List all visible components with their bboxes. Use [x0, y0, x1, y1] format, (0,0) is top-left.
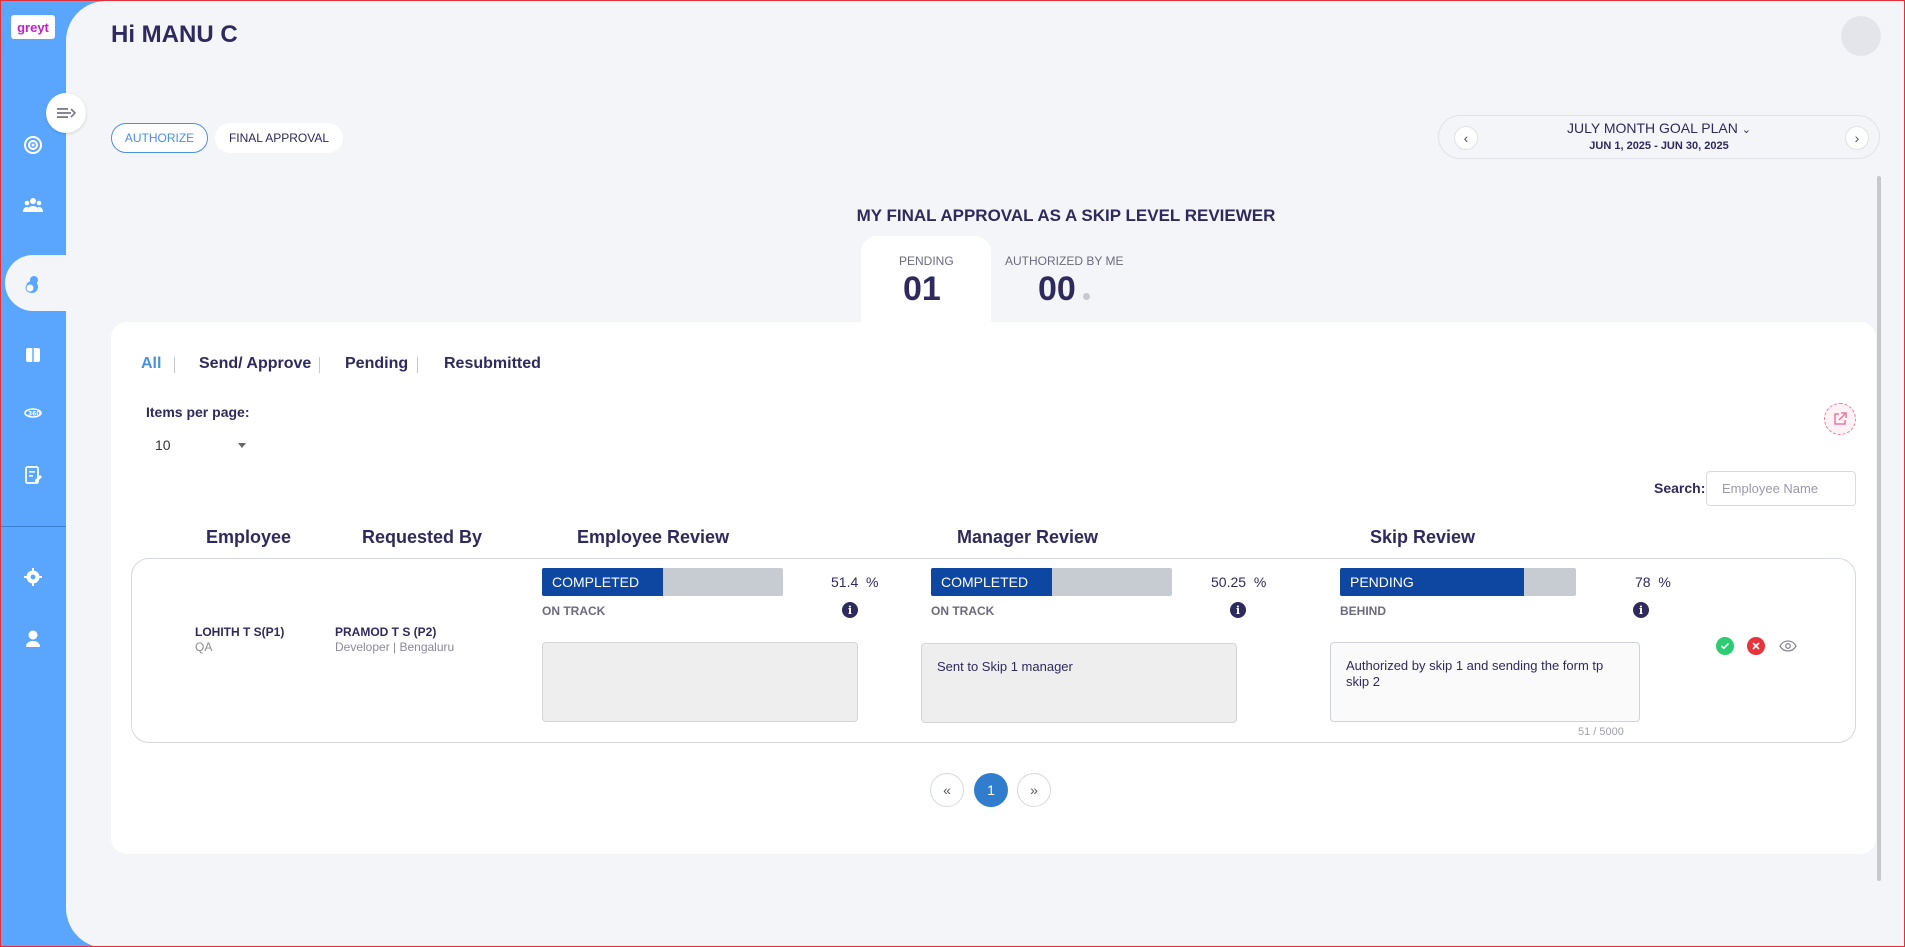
- manager-review-track: ON TRACK: [931, 604, 995, 618]
- skip-review-percent-value: 78: [1635, 574, 1651, 590]
- sidebar: greyt 360: [1, 1, 67, 946]
- employee-review-percent: 51.4 %: [831, 574, 878, 590]
- manager-review-comment: Sent to Skip 1 manager: [921, 643, 1237, 723]
- items-per-page-label: Items per page:: [146, 404, 250, 420]
- export-button[interactable]: [1824, 403, 1856, 435]
- employee-name: LOHITH T S(P1): [195, 625, 285, 639]
- reviewer-icon[interactable]: [21, 272, 45, 296]
- dropdown-caret-icon: [238, 443, 246, 448]
- skip-review-status: PENDING: [1350, 574, 1414, 590]
- percent-unit: %: [1253, 574, 1267, 590]
- pending-count: 01: [903, 270, 941, 308]
- chevron-right-icon: ›: [1854, 130, 1860, 146]
- manager-review-percent: 50.25 %: [1211, 574, 1266, 590]
- tab-authorize[interactable]: AUTHORIZE: [111, 123, 208, 153]
- pagination-page-1[interactable]: 1: [974, 773, 1008, 807]
- filter-divider: [174, 357, 175, 373]
- info-icon[interactable]: i: [1230, 602, 1246, 618]
- percent-unit: %: [866, 574, 879, 590]
- skip-review-track: BEHIND: [1340, 604, 1387, 618]
- tab-final-approval[interactable]: FINAL APPROVAL: [215, 123, 343, 153]
- column-header-skip-review: Skip Review: [1370, 527, 1476, 547]
- sidebar-toggle-button[interactable]: [46, 93, 86, 133]
- check-icon: [1720, 642, 1730, 650]
- column-header-requested-by: Requested By: [362, 527, 483, 547]
- manager-review-status-bar: COMPLETED: [931, 568, 1172, 596]
- goal-plan-selector: ‹ JULY MONTH GOAL PLAN ⌄ JUN 1, 2025 - J…: [1438, 115, 1880, 159]
- chevron-down-icon: ⌄: [1741, 124, 1751, 136]
- search-label: Search:: [1654, 480, 1706, 496]
- authorized-count: 00: [1038, 270, 1076, 308]
- employee-review-status: COMPLETED: [552, 574, 640, 590]
- user-support-icon[interactable]: [21, 626, 45, 650]
- employee-department: QA: [195, 640, 213, 654]
- manager-review-status: COMPLETED: [941, 574, 1029, 590]
- manager-review-percent-value: 50.25: [1211, 574, 1247, 590]
- plan-date-range: JUN 1, 2025 - JUN 30, 2025: [1589, 140, 1729, 152]
- svg-text:360: 360: [28, 411, 41, 418]
- filter-divider: [417, 357, 418, 373]
- eye-icon: [1779, 640, 1797, 652]
- skip-review-comment-input[interactable]: Authorized by skip 1 and sending the for…: [1330, 642, 1640, 722]
- book-icon[interactable]: [21, 343, 45, 367]
- plan-title: JULY MONTH GOAL PLAN: [1566, 120, 1738, 136]
- authorized-dot: [1083, 293, 1090, 300]
- filter-tab-send-approve[interactable]: Send/ Approve: [199, 355, 311, 373]
- external-link-icon: [1834, 412, 1847, 425]
- authorized-label[interactable]: AUTHORIZED BY ME: [1005, 254, 1123, 268]
- filter-tab-pending[interactable]: Pending: [345, 355, 408, 373]
- column-header-manager-review: Manager Review: [957, 527, 1099, 547]
- skip-review-status-bar: PENDING: [1340, 568, 1576, 596]
- settings-icon[interactable]: [21, 565, 45, 589]
- employee-review-track: ON TRACK: [542, 604, 606, 618]
- page-heading: MY FINAL APPROVAL AS A SKIP LEVEL REVIEW…: [856, 206, 1276, 225]
- reject-button[interactable]: [1747, 637, 1765, 655]
- app-window: greyt 360 Hi MANU C AUTHORIZE FINAL APPR…: [0, 0, 1905, 947]
- menu-collapse-icon: [57, 108, 76, 118]
- requester-name: PRAMOD T S (P2): [335, 625, 437, 639]
- view-button[interactable]: [1779, 637, 1797, 655]
- user-avatar[interactable]: [1841, 16, 1881, 56]
- column-header-employee: Employee: [206, 527, 292, 547]
- form-edit-icon[interactable]: [21, 463, 45, 487]
- pagination-next-button[interactable]: »: [1017, 773, 1051, 807]
- pagination-prev-button[interactable]: «: [930, 773, 964, 807]
- next-plan-button[interactable]: ›: [1845, 126, 1869, 150]
- column-header-employee-review: Employee Review: [577, 527, 730, 547]
- sidebar-divider: [1, 526, 66, 527]
- employee-review-comment: [542, 642, 858, 722]
- greeting-title: Hi MANU C: [111, 21, 238, 48]
- feedback-360-icon[interactable]: 360: [21, 401, 45, 425]
- close-icon: [1752, 642, 1760, 650]
- filter-tab-all[interactable]: All: [141, 355, 161, 373]
- items-per-page-value: 10: [155, 437, 171, 453]
- employee-review-status-bar: COMPLETED: [542, 568, 783, 596]
- plan-title-dropdown[interactable]: JULY MONTH GOAL PLAN ⌄: [1439, 120, 1879, 136]
- employee-search-input[interactable]: [1706, 471, 1856, 506]
- percent-unit: %: [1658, 574, 1671, 590]
- requester-meta: Developer | Bengaluru: [335, 640, 455, 654]
- character-counter: 51 / 5000: [1578, 726, 1624, 738]
- info-icon[interactable]: i: [1633, 602, 1649, 618]
- pending-label: PENDING: [899, 254, 954, 268]
- page-scrollbar[interactable]: [1877, 176, 1881, 881]
- filter-divider: [319, 357, 320, 373]
- app-logo[interactable]: greyt: [11, 15, 55, 39]
- info-icon[interactable]: i: [842, 602, 858, 618]
- filter-tab-resubmitted[interactable]: Resubmitted: [444, 355, 541, 373]
- approve-button[interactable]: [1716, 637, 1734, 655]
- target-icon[interactable]: [21, 133, 45, 157]
- employee-review-percent-value: 51.4: [831, 574, 859, 590]
- skip-review-percent: 78 %: [1635, 574, 1671, 590]
- items-per-page-select[interactable]: 10: [146, 433, 256, 457]
